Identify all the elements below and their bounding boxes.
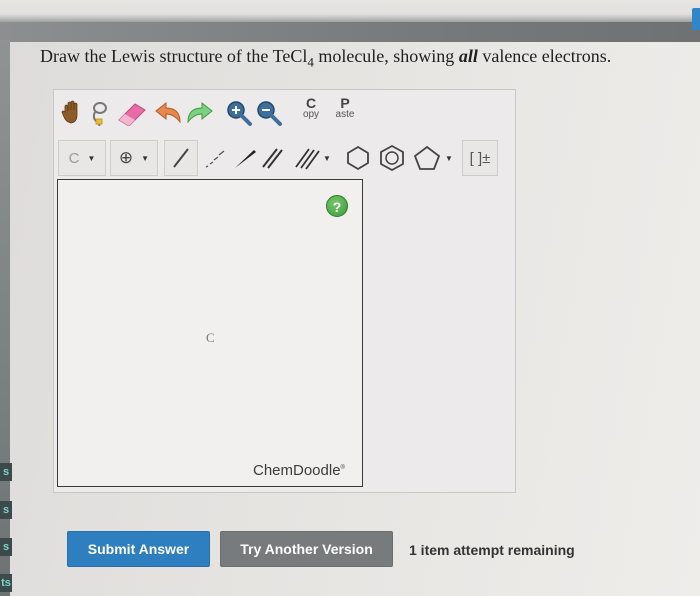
side-tab-label: s: [2, 504, 10, 516]
chevron-down-icon: ▼: [87, 153, 96, 163]
atom-label: C: [68, 149, 80, 167]
benzene-icon: [380, 144, 404, 172]
copy-label: opy: [302, 109, 320, 120]
hand-icon[interactable]: [60, 96, 84, 130]
chevron-down-icon: ▼: [445, 153, 453, 163]
question-prompt: Draw the Lewis structure of the TeCl4 mo…: [40, 46, 680, 71]
side-tab-label: s: [2, 541, 10, 553]
canvas-atom-label: C: [206, 330, 215, 345]
attempts-remaining-text: 1 item attempt remaining: [409, 542, 575, 558]
undo-icon[interactable]: [154, 96, 184, 130]
side-tab-1[interactable]: s: [0, 463, 12, 481]
side-tab-2[interactable]: s: [0, 501, 12, 519]
copy-letter: C: [305, 95, 317, 111]
help-icon[interactable]: ?: [326, 195, 348, 217]
top-accent-marker: [692, 8, 700, 30]
chemdoodle-label: ChemDoodle: [253, 462, 341, 479]
double-bond-icon: [262, 148, 283, 169]
cyclopentane-tool[interactable]: ▼: [410, 141, 456, 175]
chemdoodle-brand: ChemDoodle®: [253, 462, 345, 479]
side-tab-3[interactable]: s: [0, 538, 12, 556]
single-bond-tool[interactable]: [164, 140, 198, 176]
copy-button[interactable]: C opy: [296, 95, 326, 120]
bracket-charge-icon: [ ]±: [469, 149, 491, 167]
top-bar-band: [0, 22, 700, 42]
chevron-down-icon: ▼: [141, 153, 150, 163]
hexagon-icon: [347, 145, 369, 171]
atom-selector[interactable]: C ▼: [58, 140, 106, 176]
lasso-icon[interactable]: [88, 96, 110, 130]
charge-selector[interactable]: ⊕ ▼: [110, 140, 158, 176]
zoom-out-icon[interactable]: [254, 96, 284, 130]
eraser-icon[interactable]: [114, 96, 150, 130]
emphasis-word: all: [458, 46, 478, 66]
paste-label: aste: [335, 109, 355, 120]
paste-button[interactable]: P aste: [330, 95, 360, 120]
benzene-tool[interactable]: [376, 141, 408, 175]
redo-icon[interactable]: [184, 96, 214, 130]
pentagon-icon: [413, 145, 441, 170]
double-bond-tool[interactable]: [258, 141, 288, 175]
single-bond-icon: [173, 148, 189, 168]
side-tab-label: ts: [1, 577, 11, 589]
registered-mark: ®: [340, 465, 345, 471]
paste-letter: P: [340, 95, 350, 111]
bracket-charge-tool[interactable]: [ ]±: [462, 140, 498, 176]
chevron-down-icon: ▼: [323, 153, 331, 163]
try-another-version-button[interactable]: Try Another Version: [220, 531, 393, 567]
question-text: Draw the Lewis structure of the TeCl: [40, 46, 308, 66]
triple-bond-icon: [295, 148, 320, 170]
side-tab-4[interactable]: ts: [0, 574, 12, 592]
wedge-bond-icon: [235, 150, 256, 168]
side-tab-label: s: [2, 466, 10, 478]
triple-bond-tool[interactable]: ▼: [290, 141, 334, 175]
question-text-end: valence electrons.: [477, 46, 612, 66]
dashed-bond-tool[interactable]: [200, 141, 230, 175]
dashed-wedge-icon: [205, 150, 225, 168]
cyclohexane-tool[interactable]: [344, 141, 372, 175]
submit-answer-button[interactable]: Submit Answer: [67, 531, 210, 567]
question-text-middle: molecule, showing: [313, 46, 459, 66]
charge-plus-icon: ⊕: [118, 148, 134, 167]
zoom-in-icon[interactable]: [224, 96, 254, 130]
wedge-bond-tool[interactable]: [232, 141, 258, 175]
